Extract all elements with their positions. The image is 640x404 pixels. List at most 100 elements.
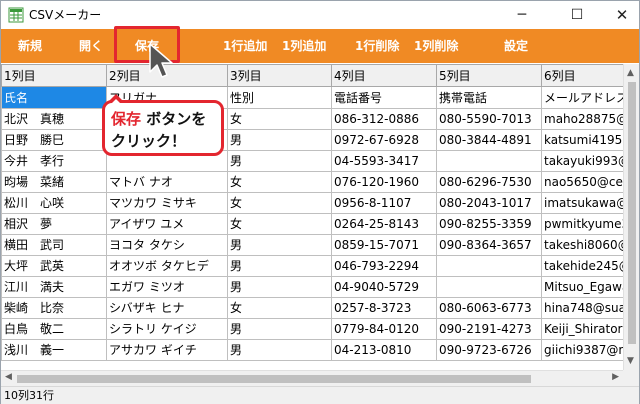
grid-cell[interactable]: 076-120-1960	[331, 171, 437, 193]
column-header[interactable]: 1列目	[1, 64, 107, 87]
grid-cell[interactable]: 04-213-0810	[331, 339, 437, 361]
grid-cell[interactable]: pwmitkyume3	[541, 213, 623, 235]
grid-cell[interactable]: 090-2191-4273	[436, 318, 542, 340]
grid-cell[interactable]: 男	[227, 276, 332, 298]
grid-cell[interactable]: maho28875@g	[541, 108, 623, 130]
grid-cell[interactable]: 女	[227, 192, 332, 214]
grid-cell[interactable]: takehide245@	[541, 255, 623, 277]
column-header-row: 1列目 2列目 3列目 4列目 5列目 6列目	[1, 64, 623, 87]
grid-cell[interactable]: 男	[227, 339, 332, 361]
grid-cell[interactable]: 0779-84-0120	[331, 318, 437, 340]
grid-cell[interactable]: オオツボ タケヒデ	[106, 255, 228, 277]
grid-cell[interactable]: nao5650@cen	[541, 171, 623, 193]
grid-cell[interactable]: imatsukawa@	[541, 192, 623, 214]
grid-cell[interactable]: アサカワ ギイチ	[106, 339, 228, 361]
grid-cell[interactable]: マツカワ ミサキ	[106, 192, 228, 214]
grid-cell[interactable]: 男	[227, 129, 332, 151]
grid-cell[interactable]: 女	[227, 297, 332, 319]
scroll-down-arrow-icon[interactable]: ▼	[627, 356, 634, 366]
column-header[interactable]: 6列目	[541, 64, 623, 87]
grid-cell[interactable]: 04-5593-3417	[331, 150, 437, 172]
grid-cell[interactable]: 080-5590-7013	[436, 108, 542, 130]
settings-button[interactable]: 設定	[504, 29, 528, 63]
grid-cell[interactable]: 北沢 真穂	[1, 108, 107, 130]
grid-cell[interactable]: 090-8255-3359	[436, 213, 542, 235]
delete-row-button[interactable]: 1行削除	[355, 29, 399, 63]
horizontal-scroll-thumb[interactable]	[17, 375, 531, 383]
grid-cell[interactable]: エガワ ミツオ	[106, 276, 228, 298]
grid-cell[interactable]: 0956-8-1107	[331, 192, 437, 214]
grid-cell[interactable]: 松川 心咲	[1, 192, 107, 214]
grid-cell[interactable]	[436, 255, 542, 277]
scroll-up-arrow-icon[interactable]: ▲	[627, 68, 634, 78]
horizontal-scrollbar[interactable]: ◀ ▶	[1, 370, 623, 386]
grid-cell[interactable]: 0257-8-3723	[331, 297, 437, 319]
grid-cell[interactable]: シラトリ ケイジ	[106, 318, 228, 340]
grid-cell[interactable]: 横田 武司	[1, 234, 107, 256]
scroll-left-arrow-icon[interactable]: ◀	[5, 372, 12, 382]
grid-cell[interactable]: 046-793-2294	[331, 255, 437, 277]
maximize-button[interactable]: ☐	[554, 1, 600, 29]
grid-cell[interactable]: ヨコタ タケシ	[106, 234, 228, 256]
close-button[interactable]: ✕	[599, 1, 640, 29]
grid-cell[interactable]: 女	[227, 171, 332, 193]
grid-cell[interactable]: 江川 満夫	[1, 276, 107, 298]
grid-cell[interactable]: 0264-25-8143	[331, 213, 437, 235]
grid-cell[interactable]: 電話番号	[331, 86, 437, 109]
grid-cell[interactable]: 080-6063-6773	[436, 297, 542, 319]
grid-cell[interactable]: アイザワ ユメ	[106, 213, 228, 235]
add-row-button[interactable]: 1行追加	[223, 29, 267, 63]
minimize-button[interactable]: ─	[499, 1, 545, 29]
grid-cell[interactable]: 086-312-0886	[331, 108, 437, 130]
grid-cell[interactable]: 080-6296-7530	[436, 171, 542, 193]
data-grid[interactable]: 1列目 2列目 3列目 4列目 5列目 6列目 氏名 フリガナ 性別 電話番号 携帯電話…	[1, 64, 623, 370]
column-header[interactable]: 3列目	[227, 64, 332, 87]
grid-cell[interactable]: 0972-67-6928	[331, 129, 437, 151]
column-header[interactable]: 4列目	[331, 64, 437, 87]
grid-cell[interactable]: katsumi41953	[541, 129, 623, 151]
vertical-scrollbar[interactable]: ▲ ▼	[623, 64, 639, 370]
grid-cell[interactable]: 080-3844-4891	[436, 129, 542, 151]
grid-cell[interactable]: 女	[227, 108, 332, 130]
grid-cell[interactable]: 昀場 菜緒	[1, 171, 107, 193]
scroll-right-arrow-icon[interactable]: ▶	[612, 372, 619, 382]
grid-cell[interactable]: 白鳥 敬二	[1, 318, 107, 340]
grid-cell[interactable]: 04-9040-5729	[331, 276, 437, 298]
grid-cell[interactable]: シバザキ ヒナ	[106, 297, 228, 319]
grid-cell[interactable]: 080-2043-1017	[436, 192, 542, 214]
grid-cell[interactable]	[436, 150, 542, 172]
delete-column-button[interactable]: 1列削除	[414, 29, 458, 63]
new-button[interactable]: 新規	[18, 29, 42, 63]
grid-cell[interactable]: giichi9387@m	[541, 339, 623, 361]
column-header[interactable]: 5列目	[436, 64, 542, 87]
grid-cell[interactable]: 大坪 武英	[1, 255, 107, 277]
grid-cell[interactable]: 0859-15-7071	[331, 234, 437, 256]
grid-cell[interactable]: 男	[227, 234, 332, 256]
vertical-scroll-thumb[interactable]	[628, 82, 636, 344]
grid-cell[interactable]: 日野 勝巳	[1, 129, 107, 151]
grid-cell[interactable]: hina748@suaj	[541, 297, 623, 319]
grid-cell[interactable]: 相沢 夢	[1, 213, 107, 235]
grid-cell[interactable]: メールアドレス	[541, 86, 623, 109]
grid-cell[interactable]: takeshi8060@	[541, 234, 623, 256]
grid-cell[interactable]: 柴崎 比奈	[1, 297, 107, 319]
grid-cell[interactable]: 男	[227, 255, 332, 277]
grid-cell[interactable]: 090-8364-3657	[436, 234, 542, 256]
grid-cell[interactable]: 男	[227, 318, 332, 340]
grid-cell[interactable]: 携帯電話	[436, 86, 542, 109]
grid-cell[interactable]: Keiji_Shiratori	[541, 318, 623, 340]
grid-cell[interactable]: 今井 孝行	[1, 150, 107, 172]
grid-cell[interactable]: 氏名	[1, 86, 107, 109]
grid-cell[interactable]: 浅川 義一	[1, 339, 107, 361]
open-button[interactable]: 開く	[79, 29, 103, 63]
grid-cell[interactable]: takayuki993@	[541, 150, 623, 172]
grid-cell[interactable]: マトバ ナオ	[106, 171, 228, 193]
mouse-cursor-icon	[149, 43, 173, 78]
grid-cell[interactable]: 090-9723-6726	[436, 339, 542, 361]
add-column-button[interactable]: 1列追加	[282, 29, 326, 63]
grid-cell[interactable]: 性別	[227, 86, 332, 109]
grid-cell[interactable]: Mitsuo_Egawa	[541, 276, 623, 298]
grid-cell[interactable]: 女	[227, 213, 332, 235]
grid-cell[interactable]: 男	[227, 150, 332, 172]
grid-cell[interactable]	[436, 276, 542, 298]
